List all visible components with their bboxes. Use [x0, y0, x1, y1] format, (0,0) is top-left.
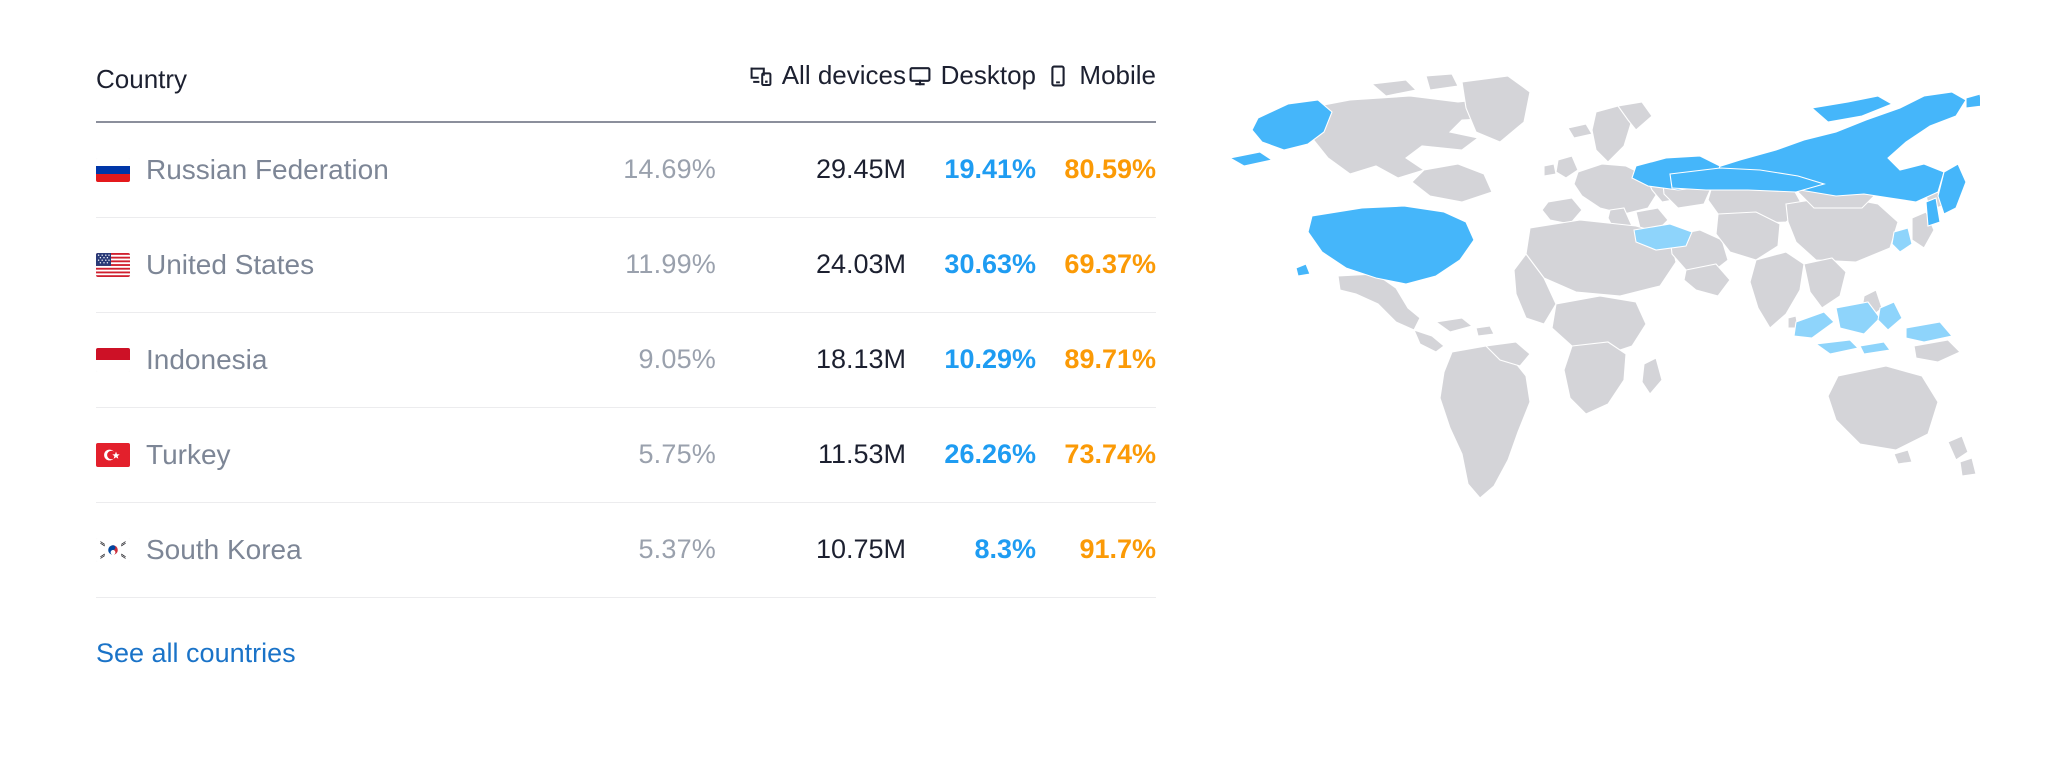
world-map-panel	[1160, 0, 2048, 782]
desktop-icon	[908, 64, 932, 88]
cell-share: 11.99%	[625, 249, 716, 279]
table-row[interactable]: Indonesia 9.05% 18.13M 10.29% 89.71%	[96, 312, 1156, 407]
cell-share: 14.69%	[623, 154, 716, 184]
country-name: Indonesia	[146, 343, 268, 375]
all-devices-icon	[749, 64, 773, 88]
cell-desktop: 30.63%	[944, 249, 1036, 279]
country-name: South Korea	[146, 533, 302, 565]
cell-mobile: 80.59%	[1064, 154, 1156, 184]
cell-mobile: 73.74%	[1064, 439, 1156, 469]
column-header-all-devices[interactable]: All devices	[716, 60, 906, 122]
cell-all-devices: 24.03M	[815, 249, 906, 279]
column-header-share	[566, 60, 716, 122]
flag-united-states-icon	[96, 252, 130, 277]
map-country-indonesia-sumatra	[1793, 311, 1835, 339]
table-row[interactable]: United States 11.99% 24.03M 30.63% 69.37…	[96, 217, 1156, 312]
map-country-south-korea	[1891, 227, 1913, 253]
world-map[interactable]	[1200, 46, 1980, 516]
map-country-usa-aleutians	[1228, 151, 1274, 167]
map-country-indonesia-papua	[1905, 321, 1954, 343]
map-country-indonesia-java	[1814, 339, 1860, 355]
cell-country: Indonesia	[96, 312, 566, 407]
cell-desktop: 8.3%	[974, 534, 1036, 564]
table-body: Russian Federation 14.69% 29.45M 19.41% …	[96, 122, 1156, 597]
country-name: Russian Federation	[146, 153, 389, 185]
country-name: United States	[146, 248, 315, 280]
column-header-country-label: Country	[96, 63, 188, 94]
flag-turkey-icon	[96, 442, 130, 467]
see-all-countries-link[interactable]: See all countries	[96, 638, 296, 669]
map-country-indonesia-small	[1859, 341, 1891, 355]
column-header-desktop-label: Desktop	[940, 60, 1036, 90]
map-country-usa-hawaii	[1295, 263, 1311, 277]
cell-all-devices: 18.13M	[815, 344, 906, 374]
cell-desktop: 19.41%	[944, 154, 1036, 184]
country-traffic-widget: Country All devices Desktop Mobile Russi…	[0, 0, 2048, 782]
map-country-usa	[1307, 205, 1475, 285]
cell-country: United States	[96, 217, 566, 312]
cell-all-devices: 29.45M	[815, 154, 906, 184]
column-header-mobile[interactable]: Mobile	[1036, 60, 1156, 122]
cell-mobile: 69.37%	[1064, 249, 1156, 279]
cell-all-devices: 10.75M	[815, 534, 906, 564]
table-header-row: Country All devices Desktop Mobile	[96, 60, 1156, 122]
country-name: Turkey	[146, 438, 231, 470]
cell-country: Turkey	[96, 407, 566, 502]
column-header-mobile-label: Mobile	[1079, 60, 1156, 90]
table-row[interactable]: Turkey 5.75% 11.53M 26.26% 73.74%	[96, 407, 1156, 502]
cell-country: Russian Federation	[96, 122, 566, 218]
country-table-panel: Country All devices Desktop Mobile Russi…	[0, 0, 1160, 782]
cell-share: 5.37%	[638, 534, 716, 564]
cell-mobile: 89.71%	[1064, 344, 1156, 374]
column-header-all-devices-label: All devices	[781, 60, 906, 90]
column-header-country[interactable]: Country	[96, 60, 566, 122]
cell-mobile: 91.7%	[1079, 534, 1156, 564]
table-header: Country All devices Desktop Mobile	[96, 60, 1156, 122]
table-row[interactable]: South Korea 5.37% 10.75M 8.3% 91.7%	[96, 502, 1156, 597]
table-row[interactable]: Russian Federation 14.69% 29.45M 19.41% …	[96, 122, 1156, 218]
cell-share: 9.05%	[638, 344, 716, 374]
cell-share: 5.75%	[638, 439, 716, 469]
cell-desktop: 10.29%	[944, 344, 1036, 374]
cell-country: South Korea	[96, 502, 566, 597]
cell-desktop: 26.26%	[944, 439, 1036, 469]
column-header-desktop[interactable]: Desktop	[906, 60, 1036, 122]
flag-russia-icon	[96, 157, 130, 182]
mobile-icon	[1046, 64, 1070, 88]
cell-all-devices: 11.53M	[817, 439, 906, 469]
country-table: Country All devices Desktop Mobile Russi…	[96, 60, 1156, 598]
flag-indonesia-icon	[96, 347, 130, 372]
map-country-russia-islands	[1965, 93, 1980, 109]
flag-south-korea-icon	[96, 537, 130, 562]
